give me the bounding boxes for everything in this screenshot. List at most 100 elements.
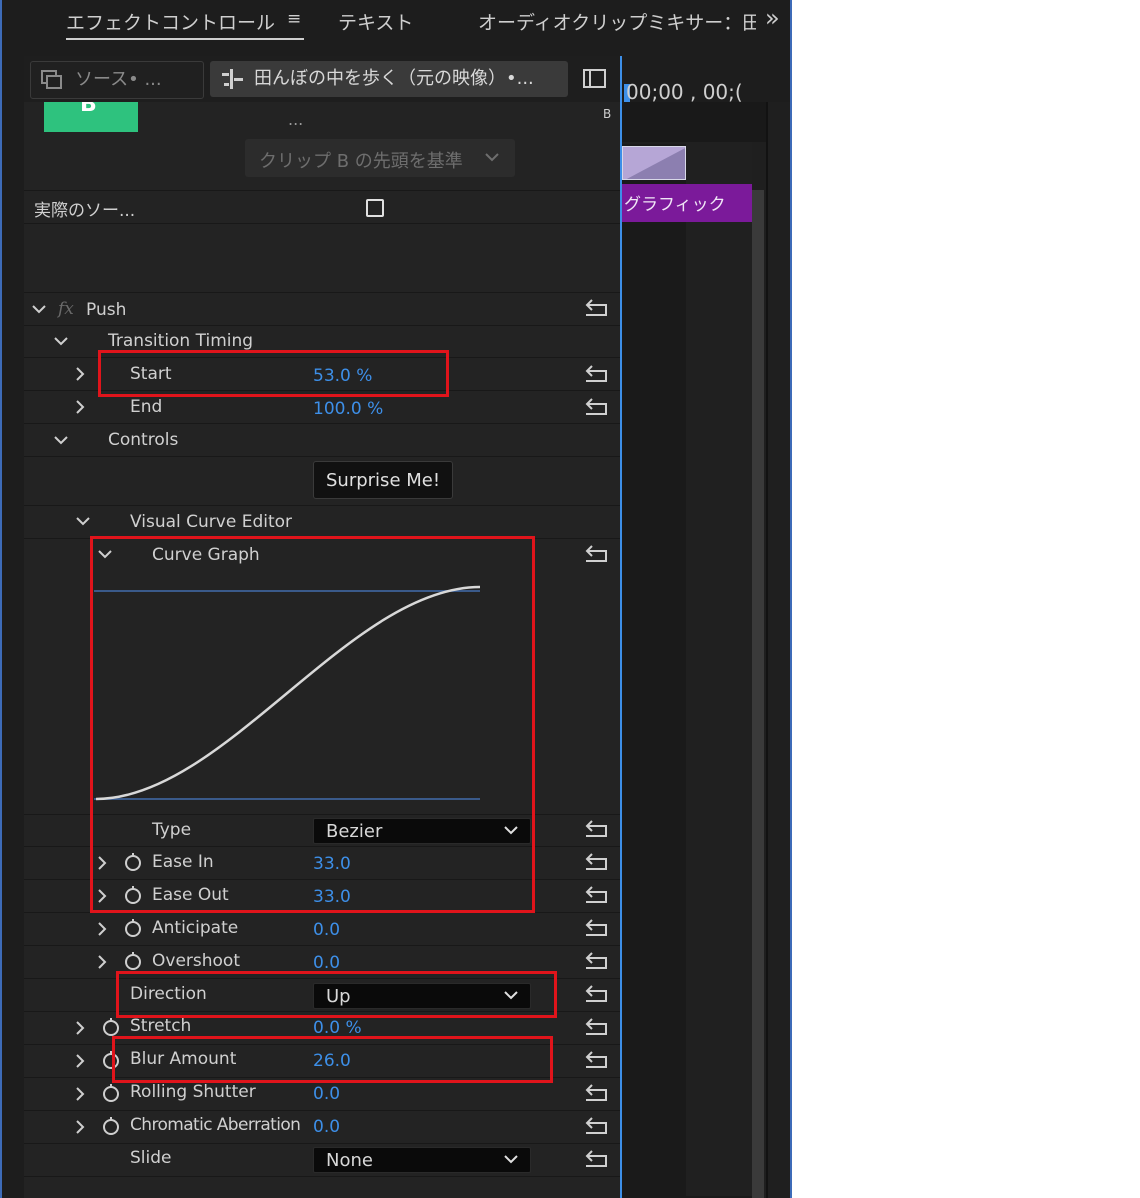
- tabs-overflow-icon[interactable]: »: [765, 4, 780, 32]
- stopwatch-icon[interactable]: [124, 919, 142, 937]
- surprise-me-button[interactable]: Surprise Me!: [313, 461, 453, 499]
- reset-push-icon[interactable]: [582, 297, 610, 319]
- track-area-right: [686, 142, 752, 1196]
- chevron-right-icon[interactable]: [76, 1021, 86, 1035]
- clip-label: 田んぼの中を歩く（元の映像）•...: [254, 68, 534, 89]
- visual-curve-editor-row[interactable]: Visual Curve Editor: [24, 506, 620, 539]
- surprise-me-label: Surprise Me!: [326, 470, 441, 491]
- chevron-down-icon[interactable]: [32, 305, 46, 315]
- clip-b-letter: B: [80, 102, 97, 117]
- reset-type-icon[interactable]: [582, 818, 610, 840]
- tab-text[interactable]: テキスト: [338, 8, 413, 35]
- graphic-clip[interactable]: グラフィック: [620, 184, 752, 222]
- track-divider: [766, 102, 768, 1198]
- reset-stretch-icon[interactable]: [582, 1016, 610, 1038]
- panel-menu-icon[interactable]: ≡: [287, 9, 301, 29]
- reset-rolling-shutter-icon[interactable]: [582, 1082, 610, 1104]
- premiere-window: エフェクトコントロール ≡ テキスト オーディオクリップミキサー：田 » 00;…: [0, 0, 792, 1198]
- chevron-down-icon[interactable]: [54, 436, 68, 446]
- chevron-right-icon[interactable]: [76, 1087, 86, 1101]
- timeline-scrollbar[interactable]: [752, 190, 764, 1198]
- active-tab-indicator: [66, 38, 304, 40]
- effect-row-push[interactable]: fx Push: [24, 292, 620, 326]
- chevron-right-icon[interactable]: [76, 1054, 86, 1068]
- reset-ease-out-icon[interactable]: [582, 884, 610, 906]
- timeline-marker-b: B: [603, 107, 612, 121]
- track-v2: [620, 102, 766, 142]
- toggle-timeline-icon[interactable]: [583, 69, 607, 89]
- playhead-line[interactable]: [620, 56, 622, 1198]
- rolling-shutter-value[interactable]: 0.0: [313, 1084, 340, 1104]
- actual-source-checkbox[interactable]: [366, 199, 384, 217]
- alignment-dots: ...: [288, 110, 304, 129]
- chromatic-aberration-label: Chromatic Aberration: [130, 1115, 301, 1135]
- graphic-clip-label: グラフィック: [624, 195, 726, 215]
- effect-name: Push: [86, 300, 127, 320]
- transition-diagonal-icon: [626, 148, 685, 179]
- reset-ease-in-icon[interactable]: [582, 851, 610, 873]
- slide-dropdown[interactable]: None: [313, 1147, 531, 1173]
- end-value[interactable]: 100.0 %: [313, 399, 383, 419]
- transition-clip[interactable]: [622, 146, 686, 180]
- clip-selector[interactable]: 田んぼの中を歩く（元の映像）•...: [210, 61, 568, 97]
- actual-source-row: 実際のソー...: [24, 190, 620, 224]
- overshoot-value[interactable]: 0.0: [313, 953, 340, 973]
- alignment-dropdown-label: クリップ B の先頭を基準: [259, 151, 463, 172]
- highlight-start: [98, 350, 449, 397]
- window-border-right: [790, 0, 792, 1198]
- slide-dropdown-value: None: [326, 1150, 373, 1171]
- chevron-down-icon[interactable]: [54, 337, 68, 347]
- chromatic-aberration-value[interactable]: 0.0: [313, 1117, 340, 1137]
- reset-overshoot-icon[interactable]: [582, 950, 610, 972]
- chevron-down-icon: [485, 153, 499, 162]
- rolling-shutter-label: Rolling Shutter: [130, 1082, 256, 1102]
- source-selector[interactable]: ソース• ...: [30, 61, 204, 99]
- mini-timeline: 00;00 , 00;( グラフィック: [620, 56, 790, 1198]
- reset-slide-icon[interactable]: [582, 1148, 610, 1170]
- chevron-right-icon[interactable]: [76, 367, 86, 381]
- highlight-blur-amount: [112, 1036, 553, 1083]
- stopwatch-icon[interactable]: [102, 1084, 120, 1102]
- actual-source-label: 実際のソー...: [34, 201, 136, 221]
- reset-chromatic-aberration-icon[interactable]: [582, 1115, 610, 1137]
- end-label: End: [130, 397, 163, 417]
- highlight-curve-graph: [90, 536, 535, 913]
- source-label: ソース• ...: [75, 69, 162, 90]
- highlight-direction: [116, 971, 557, 1018]
- chevron-right-icon[interactable]: [76, 400, 86, 414]
- tab-audio-clip-mixer[interactable]: オーディオクリップミキサー：田: [478, 8, 756, 35]
- fx-icon[interactable]: fx: [58, 299, 74, 319]
- reset-blur-amount-icon[interactable]: [582, 1049, 610, 1071]
- window-border-left: [0, 0, 2, 1198]
- reset-anticipate-icon[interactable]: [582, 917, 610, 939]
- anticipate-label: Anticipate: [152, 918, 239, 938]
- anticipate-value[interactable]: 0.0: [313, 920, 340, 940]
- timecode-readout: 00;00 , 00;(: [626, 80, 743, 104]
- stopwatch-icon[interactable]: [124, 952, 142, 970]
- anticipate-row: Anticipate 0.0: [24, 913, 620, 946]
- alignment-dropdown[interactable]: クリップ B の先頭を基準: [245, 139, 515, 177]
- tab-effect-controls[interactable]: エフェクトコントロール: [66, 8, 275, 35]
- source-clip-icon: [41, 70, 62, 89]
- panel-tab-bar: エフェクトコントロール ≡ テキスト オーディオクリップミキサー：田 »: [0, 0, 792, 48]
- clip-b-badge: B: [44, 102, 138, 132]
- reset-start-icon[interactable]: [582, 363, 610, 385]
- chromatic-aberration-row: Chromatic Aberration 0.0: [24, 1111, 620, 1144]
- chevron-right-icon[interactable]: [98, 955, 108, 969]
- reset-curve-graph-icon[interactable]: [582, 543, 610, 565]
- slide-label: Slide: [130, 1148, 172, 1168]
- stopwatch-icon[interactable]: [102, 1117, 120, 1135]
- reset-end-icon[interactable]: [582, 396, 610, 418]
- stopwatch-icon[interactable]: [102, 1018, 120, 1036]
- chevron-down-icon[interactable]: [76, 517, 90, 527]
- sequence-icon: [222, 69, 243, 89]
- controls-label: Controls: [108, 430, 179, 450]
- chevron-right-icon[interactable]: [76, 1120, 86, 1134]
- visual-curve-editor-label: Visual Curve Editor: [130, 512, 293, 532]
- chevron-right-icon[interactable]: [98, 922, 108, 936]
- overshoot-label: Overshoot: [152, 951, 240, 971]
- controls-row[interactable]: Controls: [24, 424, 620, 457]
- stretch-value[interactable]: 0.0 %: [313, 1018, 362, 1038]
- chevron-down-icon: [504, 1155, 518, 1164]
- reset-direction-icon[interactable]: [582, 983, 610, 1005]
